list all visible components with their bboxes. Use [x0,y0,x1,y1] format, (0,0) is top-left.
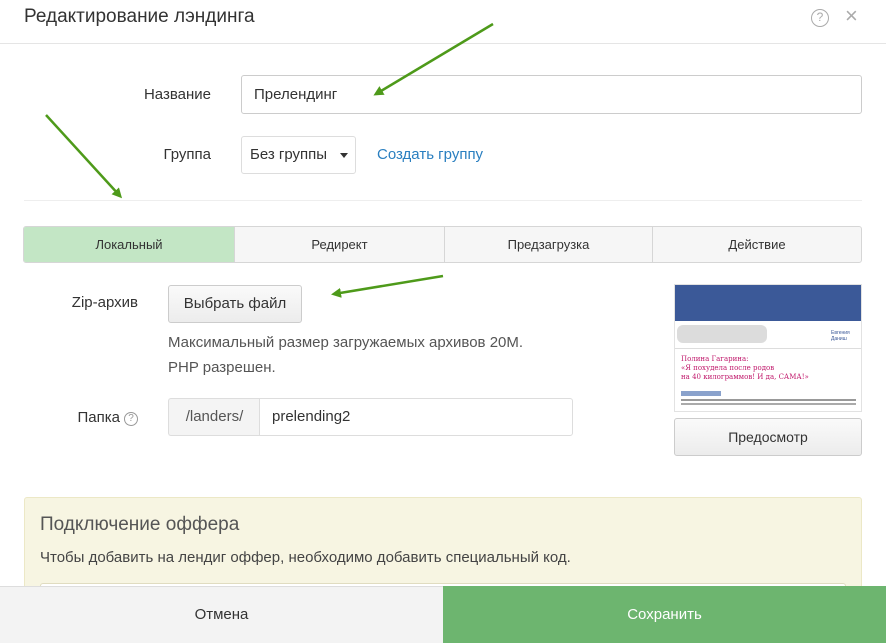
caret-down-icon [340,153,348,158]
landing-preview-thumbnail: Евгения Даниш Полина Гагарина: «Я похуде… [674,284,862,412]
thumb-link: Евгения Даниш [831,330,850,342]
help-icon[interactable]: ? [811,9,829,27]
thumb-heading-line: «Я похудела после родов [681,364,775,372]
folder-label: Папка [77,409,120,426]
cancel-button[interactable]: Отмена [0,586,443,643]
thumb-heading: Полина Гагарина: «Я похудела после родов… [681,355,851,382]
group-select[interactable]: Без группы [241,136,356,174]
upload-hint-php: PHP разрешен. [168,359,276,376]
modal-footer: Отмена Сохранить [0,586,886,643]
edit-landing-modal: Редактирование лэндинга ? × Название Пре… [0,0,886,643]
close-icon[interactable]: × [845,4,858,28]
upload-hint: Максимальный размер загружаемых архивов … [168,330,588,380]
save-button[interactable]: Сохранить [443,586,886,643]
folder-prefix: /landers/ [168,398,260,436]
thumb-header-bar [675,285,861,321]
name-label: Название [143,86,211,103]
tab-action[interactable]: Действие [653,227,861,262]
offer-description: Чтобы добавить на лендиг оффер, необходи… [40,549,571,566]
name-input[interactable]: Прелендинг [241,75,862,114]
group-label: Группа [163,146,211,163]
divider [24,200,862,201]
offer-title: Подключение оффера [40,514,240,535]
choose-file-button[interactable]: Выбрать файл [168,285,302,323]
tab-redirect[interactable]: Редирект [235,227,445,262]
preview-button[interactable]: Предосмотр [674,418,862,456]
modal-header: Редактирование лэндинга ? × [0,0,886,44]
create-group-link[interactable]: Создать группу [377,146,483,163]
folder-help-icon[interactable]: ? [124,412,138,426]
zip-label: Zip-архив [71,294,138,311]
landing-type-tabs: Локальный Редирект Предзагрузка Действие [23,226,862,263]
tab-local[interactable]: Локальный [24,227,235,262]
folder-input[interactable]: prelending2 [259,398,573,436]
arrow-to-choose-file [331,274,444,298]
thumb-text-lines [681,399,856,401]
thumb-heading-line: на 40 килограммов! И да, САМА!» [681,373,809,381]
modal-title: Редактирование лэндинга [24,6,255,27]
upload-hint-size: Максимальный размер загружаемых архивов … [168,334,524,351]
group-select-value: Без группы [250,146,328,163]
thumb-heading-line: Полина Гагарина: [681,355,749,363]
tab-preload[interactable]: Предзагрузка [445,227,653,262]
thumb-share-bar [681,391,721,396]
thumb-blurred-logo [677,325,767,343]
